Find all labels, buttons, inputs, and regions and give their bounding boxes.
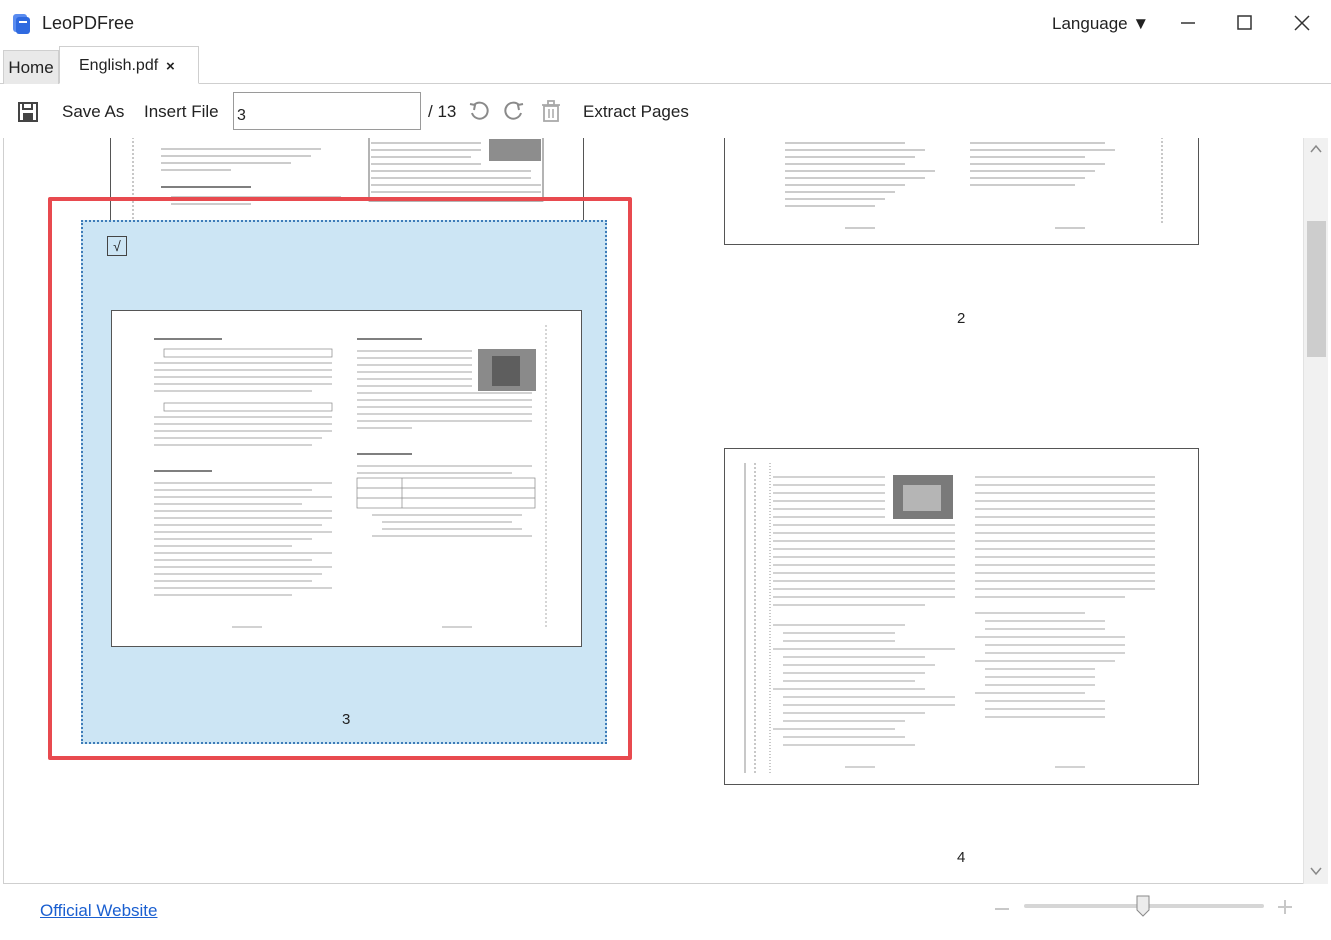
zoom-slider-thumb[interactable] xyxy=(1136,895,1150,917)
toolbar: Save As Insert File / 13 Extract Pages xyxy=(0,84,1331,138)
zoom-in-icon[interactable] xyxy=(1276,898,1294,916)
page-thumbnail-4[interactable] xyxy=(724,448,1199,785)
page-tile-3[interactable]: 3 xyxy=(81,220,607,744)
tab-close-button[interactable]: × xyxy=(166,58,175,75)
page-number-label-4: 4 xyxy=(957,849,966,866)
rotate-right-icon[interactable] xyxy=(502,99,526,123)
save-as-button[interactable]: Save As xyxy=(62,102,124,122)
page-number-input[interactable] xyxy=(233,92,421,130)
save-icon[interactable] xyxy=(17,101,39,123)
page-2-content xyxy=(785,138,1163,229)
scroll-up-icon[interactable] xyxy=(1310,144,1322,154)
page-total: / 13 xyxy=(428,102,457,121)
page-number-label-2: 2 xyxy=(957,310,966,327)
extract-pages-button[interactable]: Extract Pages xyxy=(583,102,689,122)
minimize-icon[interactable] xyxy=(1175,10,1201,36)
page-number-label-3: 3 xyxy=(342,711,351,728)
scrollbar-thumb[interactable] xyxy=(1307,221,1326,357)
tab-english-pdf[interactable]: English.pdf × xyxy=(59,46,199,84)
app-title: LeoPDFree xyxy=(42,13,135,33)
delete-icon[interactable] xyxy=(539,99,563,123)
page-thumbnail-3[interactable] xyxy=(111,310,582,647)
close-window-icon[interactable] xyxy=(1289,10,1315,36)
maximize-icon[interactable] xyxy=(1232,10,1258,36)
scroll-down-icon[interactable] xyxy=(1310,866,1322,876)
app-logo-icon xyxy=(13,14,30,34)
page-thumbnail-2[interactable] xyxy=(724,138,1199,245)
insert-file-button[interactable]: Insert File xyxy=(144,102,219,122)
zoom-out-icon[interactable] xyxy=(993,900,1011,918)
footer: Official Website xyxy=(0,885,1331,940)
language-menu[interactable]: Language ▼ xyxy=(1052,14,1149,34)
rotate-left-icon[interactable] xyxy=(467,99,491,123)
page-4-content xyxy=(744,463,1155,773)
official-website-link[interactable]: Official Website xyxy=(40,901,157,921)
page-selected-checkbox[interactable]: √ xyxy=(107,236,127,256)
title-bar: LeoPDFree Language ▼ xyxy=(0,0,1331,46)
vertical-scrollbar[interactable] xyxy=(1303,138,1328,884)
page-3-content xyxy=(154,325,547,629)
tab-home[interactable]: Home xyxy=(3,50,59,84)
tab-file-label: English.pdf xyxy=(79,57,159,74)
tab-bar: Home English.pdf × xyxy=(0,46,1331,84)
